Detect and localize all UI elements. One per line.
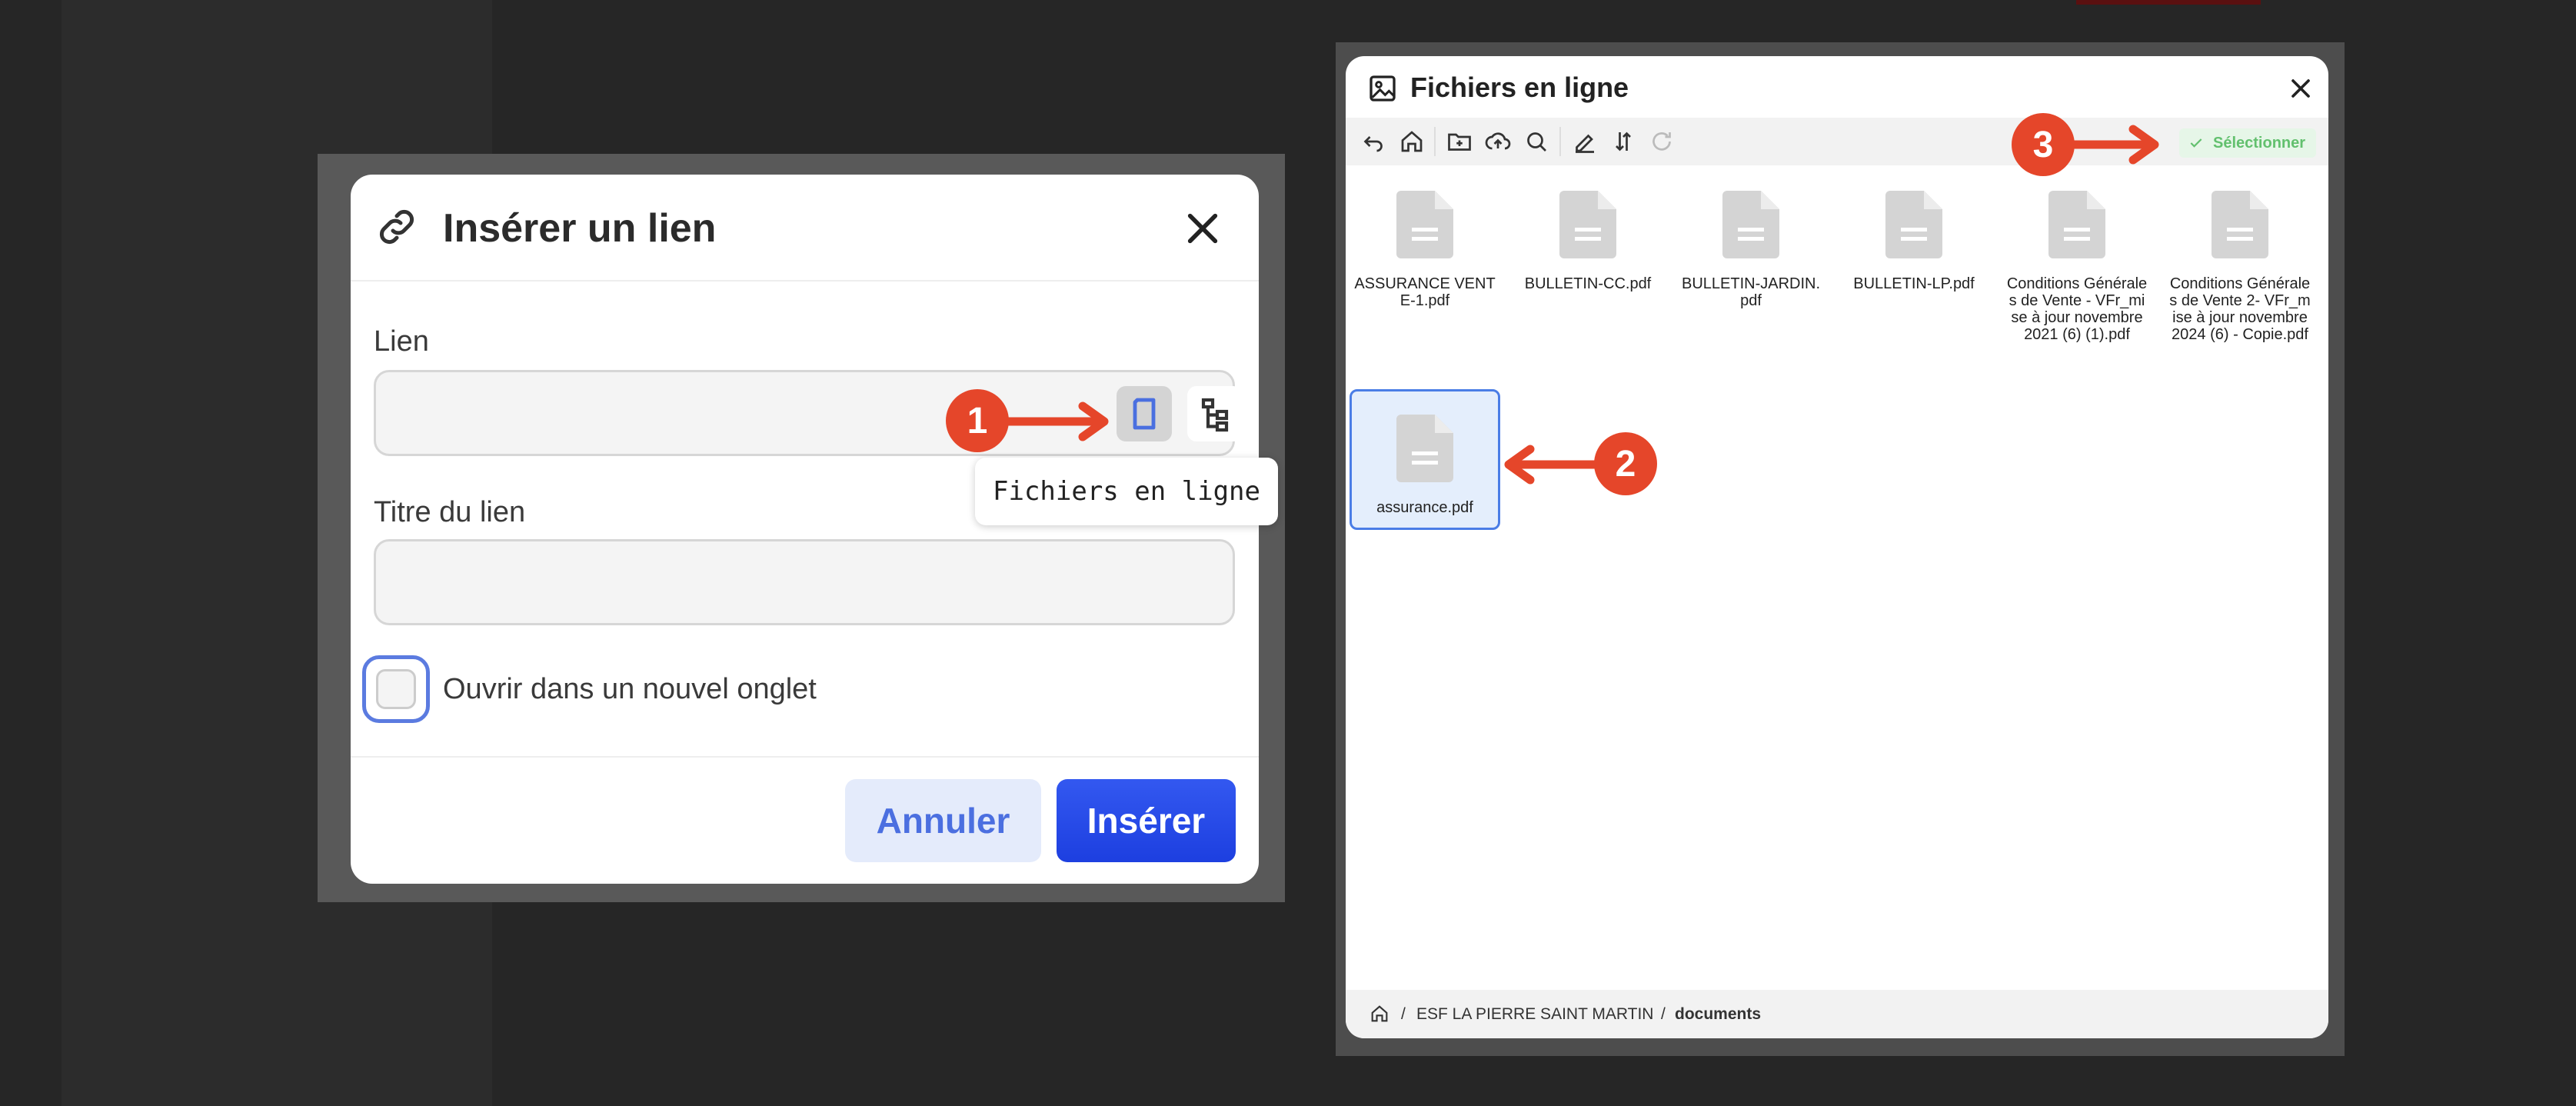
file-item[interactable]: ASSURANCE VENTE-1.pdf: [1350, 191, 1500, 309]
breadcrumb-current: documents: [1675, 1005, 1762, 1023]
new-tab-checkbox[interactable]: [376, 669, 416, 709]
file-item[interactable]: BULLETIN-LP.pdf: [1839, 191, 1989, 292]
breadcrumb-root[interactable]: ESF LA PIERRE SAINT MARTIN: [1416, 1005, 1653, 1024]
new-tab-checkbox-focus[interactable]: [362, 655, 430, 723]
rename-icon[interactable]: [1571, 128, 1599, 155]
online-files-tooltip: Fichiers en ligne: [975, 458, 1278, 525]
background-band: [2076, 0, 2261, 5]
sitemap-button[interactable]: [1187, 386, 1243, 441]
document-icon: [1722, 191, 1779, 258]
link-title-field: [374, 539, 1235, 625]
online-files-button[interactable]: [1117, 386, 1172, 441]
close-icon[interactable]: [1181, 207, 1224, 250]
insert-link-dialog: Insérer un lien Lien Titre du lien Ouvri…: [351, 175, 1259, 884]
sitemap-icon: [1201, 398, 1229, 432]
search-icon[interactable]: [1523, 128, 1550, 155]
breadcrumb: / ESF LA PIERRE SAINT MARTIN / documents: [1346, 990, 2328, 1038]
document-icon: [1396, 191, 1453, 258]
document-icon: [1396, 415, 1453, 482]
file-manager-toolbar: Sélectionner: [1346, 118, 2328, 165]
file-item[interactable]: BULLETIN-JARDIN.pdf: [1676, 191, 1826, 309]
select-label: Sélectionner: [2213, 134, 2306, 152]
file-manager-title: Fichiers en ligne: [1410, 72, 1629, 103]
file-name: assurance.pdf: [1376, 499, 1473, 516]
document-icon: [1559, 191, 1616, 258]
file-item-selected[interactable]: assurance.pdf: [1350, 389, 1500, 530]
document-icon: [2212, 191, 2268, 258]
home-icon[interactable]: [1369, 1003, 1390, 1024]
image-icon: [1370, 75, 1396, 102]
toolbar-separator: [1559, 127, 1561, 156]
file-name: BULLETIN-JARDIN.pdf: [1681, 275, 1821, 309]
file-name: ASSURANCE VENTE-1.pdf: [1354, 275, 1496, 309]
file-item[interactable]: BULLETIN-CC.pdf: [1513, 191, 1663, 292]
file-name: Conditions Générales de Vente - VFr_mise…: [2006, 275, 2148, 343]
dialog-title: Insérer un lien: [443, 206, 717, 251]
dialog-header: Insérer un lien: [351, 175, 1259, 281]
arrow-right-icon: [1003, 401, 1109, 441]
breadcrumb-separator: /: [1401, 1005, 1406, 1023]
file-name: Conditions Générales de Vente 2- VFr_mis…: [2169, 275, 2311, 343]
insert-button[interactable]: Insérer: [1057, 779, 1236, 862]
step-badge-1: 1: [946, 389, 1009, 452]
file-icon: [1133, 398, 1156, 430]
upload-icon[interactable]: [1484, 128, 1512, 155]
select-button[interactable]: Sélectionner: [2179, 128, 2316, 158]
file-item[interactable]: Conditions Générales de Vente 2- VFr_mis…: [2165, 191, 2315, 343]
toolbar-separator: [1434, 127, 1436, 156]
breadcrumb-separator: /: [1661, 1005, 1666, 1023]
link-title-label: Titre du lien: [374, 496, 526, 528]
step-badge-2: 2: [1594, 432, 1657, 495]
new-tab-label[interactable]: Ouvrir dans un nouvel onglet: [443, 673, 817, 706]
back-icon[interactable]: [1360, 128, 1387, 155]
link-icon: [379, 209, 414, 245]
home-icon[interactable]: [1398, 128, 1426, 155]
new-folder-icon[interactable]: [1446, 128, 1473, 155]
file-name: BULLETIN-LP.pdf: [1853, 275, 1975, 292]
arrow-left-icon: [1504, 445, 1603, 485]
footer-divider: [351, 756, 1259, 758]
arrow-right-icon: [2065, 125, 2159, 165]
cancel-button[interactable]: Annuler: [845, 779, 1041, 862]
document-icon: [1885, 191, 1942, 258]
close-icon[interactable]: [2285, 73, 2316, 104]
refresh-icon[interactable]: [1648, 128, 1676, 155]
step-badge-3: 3: [2012, 113, 2075, 176]
check-icon: [2190, 138, 2202, 148]
file-item[interactable]: Conditions Générales de Vente - VFr_mise…: [2002, 191, 2152, 343]
file-manager-dialog: Fichiers en ligne Sélectionner ASSURANCE…: [1346, 56, 2328, 1038]
sort-icon[interactable]: [1609, 128, 1637, 155]
link-label: Lien: [374, 325, 429, 358]
link-title-input[interactable]: [376, 541, 1233, 623]
document-icon: [2048, 191, 2105, 258]
file-name: BULLETIN-CC.pdf: [1524, 275, 1652, 292]
